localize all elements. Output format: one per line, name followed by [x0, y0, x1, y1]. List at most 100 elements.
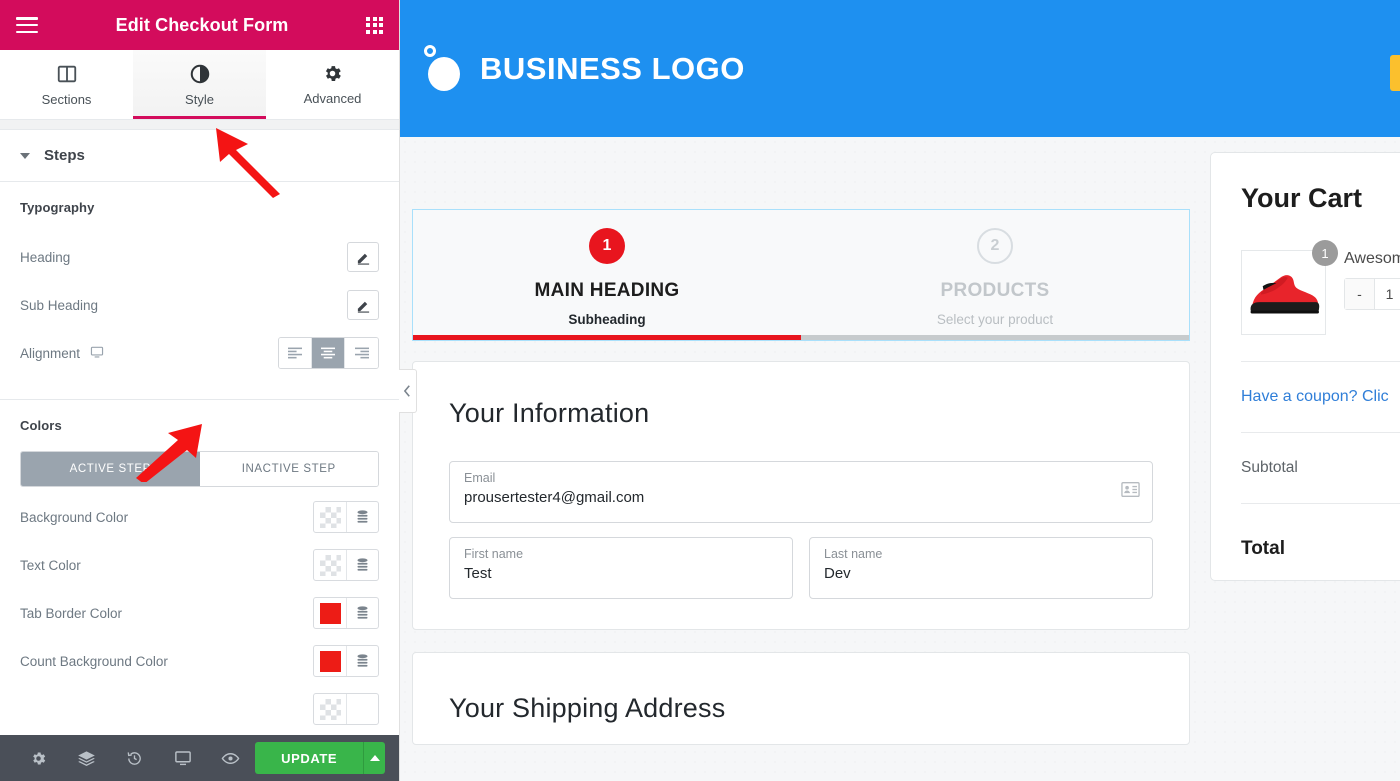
- name-fields-row: First name Test Last name Dev: [449, 537, 1153, 599]
- partial-color-control[interactable]: [313, 693, 379, 725]
- database-icon-background[interactable]: [346, 502, 378, 532]
- database-icon-tab-border[interactable]: [346, 598, 378, 628]
- last-name-field[interactable]: Last name Dev: [809, 537, 1153, 599]
- layers-icon[interactable]: [62, 735, 110, 781]
- align-left-icon[interactable]: [279, 338, 312, 368]
- caret-down-icon: [20, 152, 30, 159]
- row-heading-typography: Heading: [20, 233, 379, 281]
- hamburger-icon[interactable]: [16, 17, 38, 33]
- heading-label: Heading: [20, 249, 71, 265]
- color-swatch-background[interactable]: [314, 502, 346, 532]
- contact-card-autofill-icon[interactable]: [1121, 481, 1140, 503]
- coupon-link[interactable]: Have a coupon? Clic: [1241, 388, 1400, 406]
- color-swatch-tab-border[interactable]: [314, 598, 346, 628]
- columns-icon: [56, 63, 78, 85]
- row-count-background-color: Count Background Color: [20, 637, 379, 685]
- elementor-editor-window: Edit Checkout Form Sections Style Advanc…: [0, 0, 1400, 781]
- first-name-label: First name: [464, 547, 524, 561]
- pencil-edit-icon-subheading[interactable]: [347, 290, 379, 320]
- align-right-icon[interactable]: [345, 338, 378, 368]
- background-color-label: Background Color: [20, 509, 129, 525]
- step-2-number: 2: [977, 228, 1013, 264]
- database-icon-text[interactable]: [346, 550, 378, 580]
- color-swatch-partial[interactable]: [314, 694, 346, 724]
- tab-inactive-step[interactable]: INACTIVE STEP: [199, 452, 378, 486]
- preview-eye-icon[interactable]: [207, 735, 255, 781]
- count-background-color-control: [313, 645, 379, 677]
- cart-divider-1: [1241, 361, 1400, 362]
- steps-progress-fill: [413, 335, 801, 340]
- row-subheading-typography: Sub Heading: [20, 281, 379, 329]
- step-2-title: PRODUCTS: [940, 280, 1050, 301]
- cart-item-thumb-wrap: 1: [1241, 240, 1338, 335]
- site-header: BUSINESS LOGO: [400, 0, 1400, 137]
- site-logo[interactable]: BUSINESS LOGO: [420, 43, 745, 95]
- count-background-color-label: Count Background Color: [20, 653, 168, 669]
- cart-item-badge: 1: [1312, 240, 1338, 266]
- quantity-decrement-button[interactable]: -: [1345, 279, 1375, 309]
- row-alignment: Alignment: [20, 329, 379, 377]
- last-name-label: Last name: [824, 547, 883, 561]
- your-information-title: Your Information: [449, 398, 650, 428]
- tab-active-step[interactable]: ACTIVE STEP: [21, 452, 200, 486]
- color-swatch-count-background[interactable]: [314, 646, 346, 676]
- chevron-left-icon: [403, 385, 410, 397]
- history-revisions-icon[interactable]: [110, 735, 158, 781]
- color-swatch-text[interactable]: [314, 550, 346, 580]
- your-cart-title: Your Cart: [1241, 183, 1363, 213]
- align-center-icon[interactable]: [312, 338, 345, 368]
- two-dots-logo-icon: [420, 43, 466, 95]
- section-steps-header[interactable]: Steps: [0, 130, 399, 182]
- panel-collapse-handle[interactable]: [399, 369, 417, 413]
- tab-sections[interactable]: Sections: [0, 50, 133, 119]
- grid-apps-icon[interactable]: [366, 16, 383, 34]
- tab-sections-label: Sections: [41, 91, 92, 107]
- panel-header: Edit Checkout Form: [0, 0, 399, 50]
- yellow-side-tab[interactable]: [1390, 55, 1400, 91]
- cart-divider-3: [1241, 503, 1400, 504]
- your-information-card: Your Information Email prousertester4@gm…: [412, 361, 1190, 630]
- checkout-column: 1 MAIN HEADING Subheading 2 PRODUCTS Sel…: [412, 209, 1190, 745]
- step-1-number: 1: [589, 228, 625, 264]
- last-name-value: Dev: [824, 565, 851, 582]
- tab-advanced[interactable]: Advanced: [266, 50, 399, 119]
- update-options-caret-icon[interactable]: [363, 742, 385, 774]
- first-name-field[interactable]: First name Test: [449, 537, 793, 599]
- email-field-wrap: Email prousertester4@gmail.com: [449, 461, 1153, 523]
- panel-footer: UPDATE: [0, 735, 399, 781]
- text-color-label: Text Color: [20, 557, 81, 573]
- desktop-icon[interactable]: [90, 345, 104, 362]
- panel-content: Steps Typography Heading Sub Heading Ali…: [0, 130, 399, 735]
- subtotal-label: Subtotal: [1241, 459, 1298, 476]
- responsive-desktop-icon[interactable]: [159, 735, 207, 781]
- update-button[interactable]: UPDATE: [255, 742, 364, 774]
- step-1[interactable]: 1 MAIN HEADING Subheading: [413, 210, 801, 337]
- canvas-body: 1 MAIN HEADING Subheading 2 PRODUCTS Sel…: [400, 137, 1400, 781]
- email-field[interactable]: Email prousertester4@gmail.com: [449, 461, 1153, 523]
- gear-icon-footer[interactable]: [14, 735, 62, 781]
- preview-canvas: BUSINESS LOGO 1 MAIN HEADING Subheading …: [400, 0, 1400, 781]
- email-value: prousertester4@gmail.com: [464, 489, 645, 506]
- step-1-title: MAIN HEADING: [534, 280, 680, 301]
- red-sneaker-image: [1241, 250, 1326, 335]
- panel-title: Edit Checkout Form: [115, 14, 289, 35]
- step-state-tabs: ACTIVE STEP INACTIVE STEP: [20, 451, 379, 487]
- steps-progress-track: [413, 335, 1189, 340]
- your-shipping-address-title: Your Shipping Address: [449, 693, 726, 723]
- tab-advanced-label: Advanced: [303, 91, 362, 106]
- typography-group-title: Typography: [20, 200, 95, 215]
- database-icon-count-background[interactable]: [346, 646, 378, 676]
- text-color-control: [313, 549, 379, 581]
- step-2-subtitle: Select your product: [936, 312, 1054, 327]
- quantity-value[interactable]: 1: [1375, 279, 1400, 309]
- contrast-half-circle-icon: [189, 63, 211, 85]
- tab-style[interactable]: Style: [133, 50, 266, 119]
- cart-divider-2: [1241, 432, 1400, 433]
- checkout-steps-widget[interactable]: 1 MAIN HEADING Subheading 2 PRODUCTS Sel…: [412, 209, 1190, 341]
- section-steps-label: Steps: [44, 147, 85, 164]
- panel-strip: [0, 120, 399, 130]
- pencil-edit-icon-heading[interactable]: [347, 242, 379, 272]
- database-icon-partial[interactable]: [346, 694, 378, 724]
- sub-heading-label: Sub Heading: [20, 297, 99, 313]
- step-2[interactable]: 2 PRODUCTS Select your product: [801, 210, 1189, 337]
